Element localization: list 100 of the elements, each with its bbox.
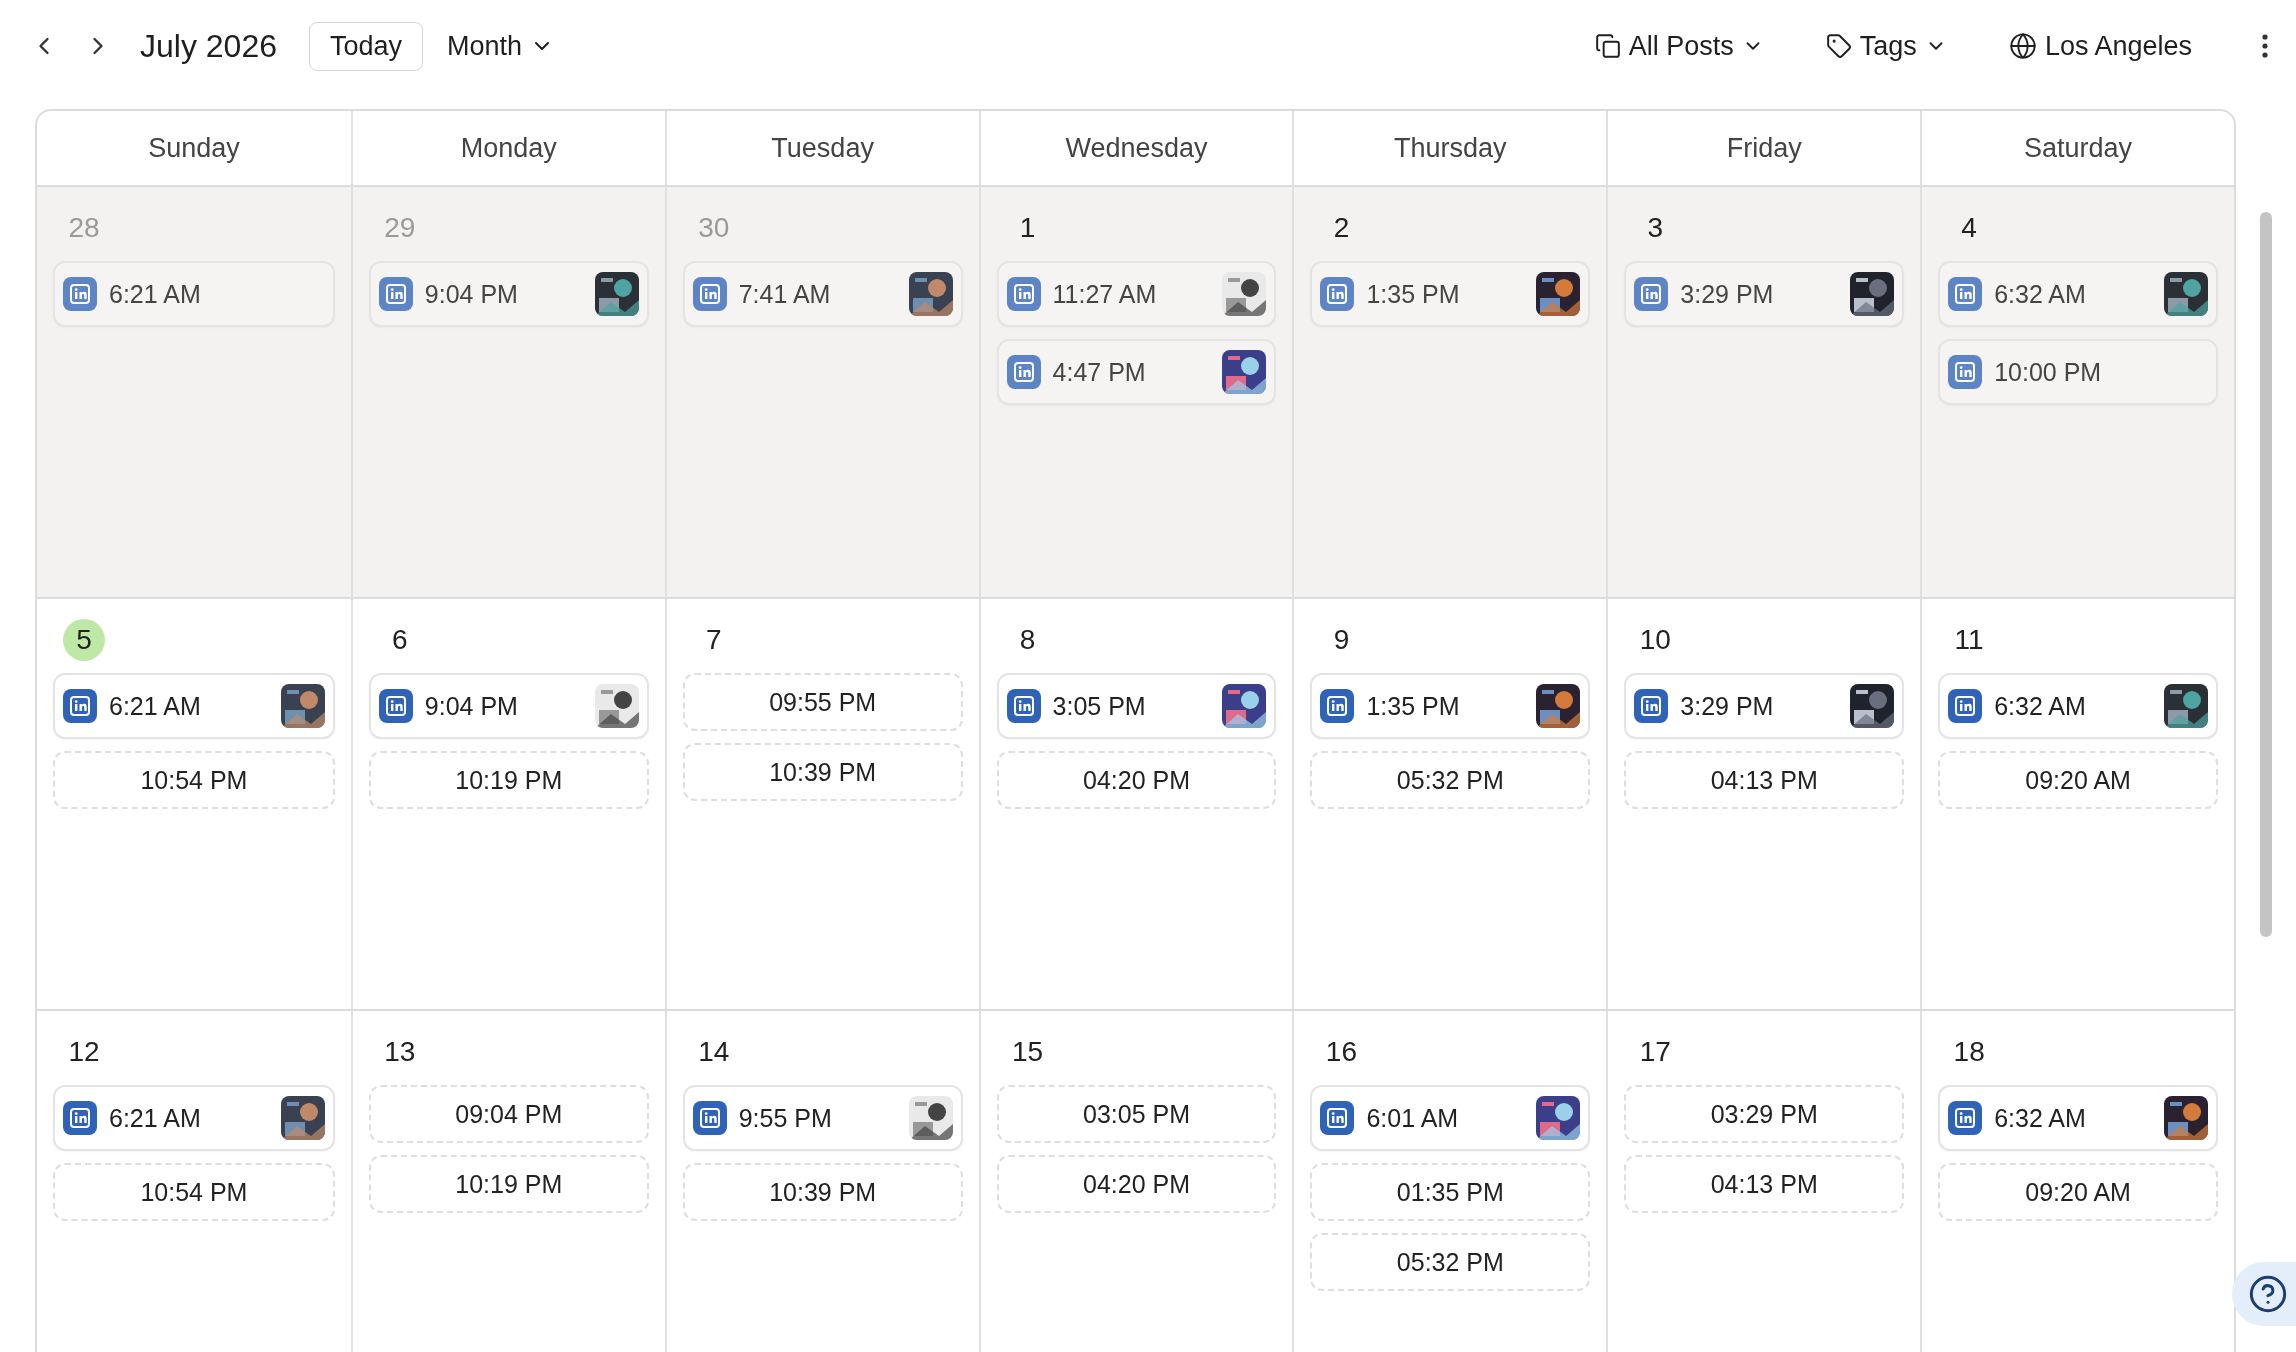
- day-number: 6: [391, 623, 409, 657]
- post-chip[interactable]: 10:00 PM: [1938, 339, 2218, 405]
- time-slot[interactable]: 10:19 PM: [368, 1155, 649, 1213]
- day-number: 9: [1332, 623, 1351, 657]
- post-time: 6:21 AM: [109, 691, 202, 721]
- post-time: 1:35 PM: [1366, 279, 1461, 309]
- linkedin-icon: [63, 689, 97, 723]
- post-chip[interactable]: 1:35 PM: [1310, 673, 1591, 739]
- weekday-header: Thursday: [1394, 132, 1507, 164]
- time-slot[interactable]: 09:55 PM: [682, 673, 963, 731]
- post-chip[interactable]: 9:04 PM: [368, 261, 649, 327]
- linkedin-icon: [692, 277, 727, 311]
- post-chip[interactable]: 9:04 PM: [368, 673, 649, 739]
- today-button[interactable]: Today: [309, 21, 424, 71]
- time-slot[interactable]: 10:54 PM: [53, 751, 335, 809]
- post-time: 6:32 AM: [1994, 279, 2087, 309]
- help-button[interactable]: [2232, 1262, 2296, 1326]
- time-slot[interactable]: 03:05 PM: [996, 1085, 1277, 1143]
- time-slot[interactable]: 10:39 PM: [682, 1163, 963, 1221]
- time-slot[interactable]: 01:35 PM: [1310, 1163, 1591, 1221]
- timezone-dropdown[interactable]: Los Angeles: [1998, 24, 2202, 68]
- time-slot[interactable]: 05:32 PM: [1310, 751, 1591, 809]
- linkedin-icon: [1948, 277, 1983, 311]
- copy-icon: [1594, 33, 1621, 59]
- day-number: 17: [1638, 1035, 1672, 1069]
- post-time: 3:29 PM: [1680, 279, 1775, 309]
- day-number: 30: [697, 211, 731, 245]
- post-chip[interactable]: 6:21 AM: [53, 1085, 335, 1151]
- linkedin-icon: [1948, 689, 1983, 723]
- time-slot[interactable]: 10:54 PM: [53, 1163, 335, 1221]
- day-number: 8: [1018, 623, 1037, 657]
- day-number: 7: [704, 623, 723, 657]
- time-slot[interactable]: 10:39 PM: [682, 743, 963, 801]
- day-number: 29: [383, 211, 417, 245]
- tag-icon: [1825, 33, 1852, 59]
- day-number: 11: [1953, 623, 1985, 657]
- linkedin-icon: [1948, 1101, 1983, 1135]
- post-time: 10:00 PM: [1994, 357, 2103, 387]
- tags-dropdown[interactable]: Tags: [1815, 24, 1957, 68]
- post-chip[interactable]: 3:05 PM: [996, 673, 1277, 739]
- post-time: 1:35 PM: [1366, 691, 1461, 721]
- month-title: July 2026: [140, 27, 277, 65]
- post-chip[interactable]: 3:29 PM: [1624, 261, 1905, 327]
- post-time: 6:21 AM: [109, 279, 202, 309]
- day-number: 3: [1646, 211, 1665, 245]
- post-chip[interactable]: 3:29 PM: [1624, 673, 1905, 739]
- weekday-header: Friday: [1726, 132, 1802, 164]
- post-time: 9:55 PM: [738, 1103, 833, 1133]
- help-icon: [2248, 1274, 2288, 1314]
- time-slot[interactable]: 09:20 AM: [1938, 751, 2218, 809]
- weekday-header: Saturday: [2024, 132, 2133, 164]
- linkedin-icon: [1320, 1101, 1355, 1135]
- post-time: 3:29 PM: [1680, 691, 1775, 721]
- post-chip[interactable]: 1:35 PM: [1310, 261, 1591, 327]
- day-number: 15: [1011, 1035, 1045, 1069]
- weekday-header: Wednesday: [1065, 132, 1208, 164]
- post-chip[interactable]: 4:47 PM: [996, 339, 1277, 405]
- post-time: 3:05 PM: [1052, 691, 1147, 721]
- scrollbar[interactable]: [2260, 212, 2272, 937]
- time-slot[interactable]: 09:04 PM: [368, 1085, 649, 1143]
- linkedin-icon: [378, 277, 413, 311]
- linkedin-icon: [692, 1101, 727, 1135]
- post-chip[interactable]: 6:21 AM: [53, 673, 335, 739]
- view-dropdown[interactable]: Month: [437, 24, 565, 68]
- post-chip[interactable]: 7:41 AM: [682, 261, 963, 327]
- linkedin-icon: [1948, 355, 1983, 389]
- post-time: 11:27 AM: [1052, 279, 1158, 309]
- time-slot[interactable]: 04:13 PM: [1624, 1155, 1905, 1213]
- day-number: 13: [383, 1035, 417, 1069]
- time-slot[interactable]: 05:32 PM: [1310, 1233, 1591, 1291]
- day-number: 2: [1332, 211, 1351, 245]
- post-time: 9:04 PM: [424, 279, 519, 309]
- globe-icon: [2008, 32, 2037, 60]
- post-time: 6:32 AM: [1994, 1103, 2087, 1133]
- time-slot[interactable]: 03:29 PM: [1624, 1085, 1905, 1143]
- time-slot[interactable]: 10:19 PM: [368, 751, 649, 809]
- linkedin-icon: [1006, 277, 1041, 311]
- time-slot[interactable]: 04:20 PM: [996, 751, 1277, 809]
- post-chip[interactable]: 6:21 AM: [53, 261, 335, 327]
- linkedin-icon: [63, 1101, 97, 1135]
- weekday-header: Tuesday: [771, 132, 874, 164]
- post-time: 6:01 AM: [1366, 1103, 1460, 1133]
- time-slot[interactable]: 09:20 AM: [1938, 1163, 2218, 1221]
- post-chip[interactable]: 6:32 AM: [1938, 261, 2218, 327]
- post-chip[interactable]: 6:01 AM: [1310, 1085, 1591, 1151]
- post-chip[interactable]: 6:32 AM: [1938, 673, 2218, 739]
- linkedin-icon: [378, 689, 413, 723]
- time-slot[interactable]: 04:13 PM: [1624, 751, 1905, 809]
- posts-dropdown[interactable]: All Posts: [1584, 24, 1774, 68]
- post-chip[interactable]: 9:55 PM: [682, 1085, 963, 1151]
- post-time: 4:47 PM: [1052, 357, 1147, 387]
- post-time: 7:41 AM: [738, 279, 832, 309]
- linkedin-icon: [1320, 689, 1355, 723]
- post-chip[interactable]: 6:32 AM: [1938, 1085, 2218, 1151]
- day-number: 12: [67, 1035, 101, 1069]
- post-chip[interactable]: 11:27 AM: [996, 261, 1277, 327]
- day-number: 16: [1324, 1035, 1358, 1069]
- time-slot[interactable]: 04:20 PM: [996, 1155, 1277, 1213]
- post-time: 6:21 AM: [109, 1103, 202, 1133]
- day-number: 28: [67, 211, 101, 245]
